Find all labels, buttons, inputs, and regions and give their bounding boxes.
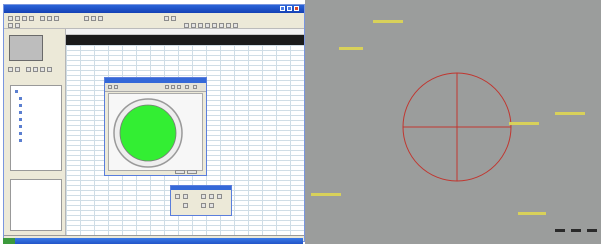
measurement-label [339,47,363,50]
copy-icon[interactable] [47,16,52,21]
toolbox-button[interactable] [183,203,188,208]
dialog-cancel-button[interactable] [187,170,197,174]
text-icon[interactable] [217,194,222,199]
toolbar-button[interactable] [191,23,196,28]
thumbnail-preview[interactable] [9,35,43,61]
tree-item[interactable] [19,124,61,128]
open-icon[interactable] [15,16,20,21]
toolbar-button[interactable] [219,23,224,28]
grid-icon[interactable] [98,16,103,21]
camera-view[interactable] [305,0,601,244]
panel-button[interactable] [47,67,52,72]
line-icon[interactable] [201,194,206,199]
disc-graphic [113,98,183,168]
toolbox-button[interactable] [209,203,214,208]
chart-icon[interactable] [164,16,169,21]
undo-icon[interactable] [84,16,89,21]
data-header-row [66,35,304,45]
pointer-icon[interactable] [175,194,180,199]
settings-icon[interactable] [171,16,176,21]
object-tree[interactable] [10,85,62,171]
toolbar-button[interactable] [233,23,238,28]
minimize-icon[interactable] [280,6,285,11]
measure-icon[interactable] [209,194,214,199]
tree-item[interactable] [19,138,61,142]
maximize-icon[interactable] [287,6,292,11]
dialog-tool-button[interactable] [171,85,175,89]
tree-item[interactable] [19,117,61,121]
print-icon[interactable] [29,16,34,21]
dialog-tool-button[interactable] [108,85,112,89]
zoom-icon[interactable] [91,16,96,21]
toolbar-button[interactable] [226,23,231,28]
toolbar-button[interactable] [205,23,210,28]
tree-item[interactable] [19,110,61,114]
measurement-label [555,112,585,115]
tree-item[interactable] [19,131,61,135]
toolbox-window [170,185,232,216]
scale-bar-mark [571,229,581,232]
window-titlebar[interactable] [4,5,304,13]
dialog-toolbar [105,83,206,92]
paste-icon[interactable] [54,16,59,21]
toolbar-button[interactable] [198,23,203,28]
toolbar-button[interactable] [184,23,189,28]
measurement-label [518,212,546,215]
panel-button[interactable] [33,67,38,72]
measurement-label [509,122,539,125]
tree-item[interactable] [15,89,61,93]
dialog-tool-button[interactable] [177,85,181,89]
toolbar-button[interactable] [8,23,13,28]
new-icon[interactable] [8,16,13,21]
panel-button[interactable] [26,67,31,72]
green-disc [119,104,177,162]
toolbox-titlebar[interactable] [171,186,231,190]
main-toolbar [4,13,304,29]
toolbar-button[interactable] [212,23,217,28]
toolbar-button[interactable] [15,23,20,28]
side-panel [4,29,66,241]
tree-item[interactable] [19,96,61,100]
circle-icon[interactable] [183,194,188,199]
panel-button[interactable] [15,67,20,72]
scale-bar-mark [555,229,565,232]
preview-dialog [104,77,207,176]
close-icon[interactable] [294,6,299,11]
dialog-tool-button[interactable] [165,85,169,89]
tree-item[interactable] [19,103,61,107]
save-icon[interactable] [22,16,27,21]
scale-bar-mark [587,229,597,232]
measurement-overlay [402,72,512,182]
measurement-label [311,193,341,196]
dialog-tool-button[interactable] [185,85,189,89]
dialog-ok-button[interactable] [175,170,185,174]
dialog-footer [105,170,206,175]
panel-button[interactable] [8,67,13,72]
dialog-tool-button[interactable] [114,85,118,89]
color-icon[interactable] [201,203,206,208]
measurement-label [373,20,403,23]
panel-button[interactable] [40,67,45,72]
dialog-tool-button[interactable] [193,85,197,89]
cut-icon[interactable] [40,16,45,21]
start-button[interactable] [3,238,15,244]
taskbar [3,238,303,244]
properties-panel[interactable] [10,179,62,231]
dialog-canvas[interactable] [108,93,203,171]
